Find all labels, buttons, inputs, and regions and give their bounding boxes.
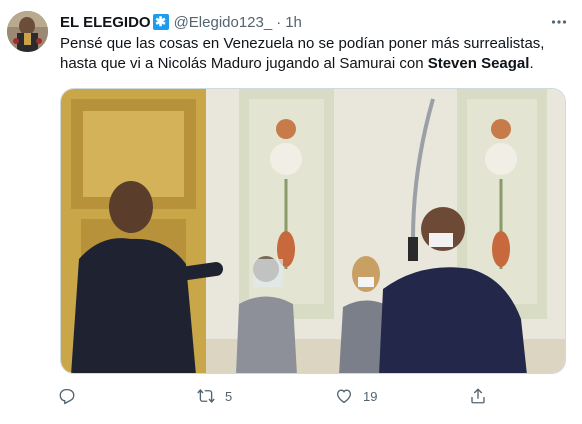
timestamp[interactable]: 1h [285,14,302,31]
tweet-text-end: . [529,55,534,72]
badge-icon: ✱ [152,14,169,30]
reply-icon [59,388,75,405]
reply-button[interactable] [58,383,86,409]
avatar-image [7,11,48,52]
tweet-header: EL ELEGIDO ✱ @Elegido123_ · 1h [60,11,302,33]
retweet-icon [197,389,215,403]
more-options-icon[interactable] [548,12,570,32]
like-button[interactable]: 19 [335,383,377,409]
retweet-button[interactable]: 5 [197,383,232,409]
photo-image [61,89,565,373]
share-icon [471,388,485,404]
tweet[interactable]: EL ELEGIDO ✱ @Elegido123_ · 1h Pensé que… [0,0,582,424]
retweet-count: 5 [225,388,233,404]
tweet-text: Pensé que las cosas en Venezuela no se p… [60,34,570,74]
user-handle[interactable]: @Elegido123_ [174,14,273,31]
avatar[interactable] [7,11,48,52]
mention-steven-seagal: Steven Seagal [427,55,530,72]
tweet-actions: 5 19 [52,383,492,409]
tweet-photo[interactable] [60,88,566,374]
share-button[interactable] [469,383,487,409]
like-icon [336,389,352,404]
separator-dot: · [276,13,282,31]
like-count: 19 [363,388,378,404]
display-name[interactable]: EL ELEGIDO [60,14,151,31]
